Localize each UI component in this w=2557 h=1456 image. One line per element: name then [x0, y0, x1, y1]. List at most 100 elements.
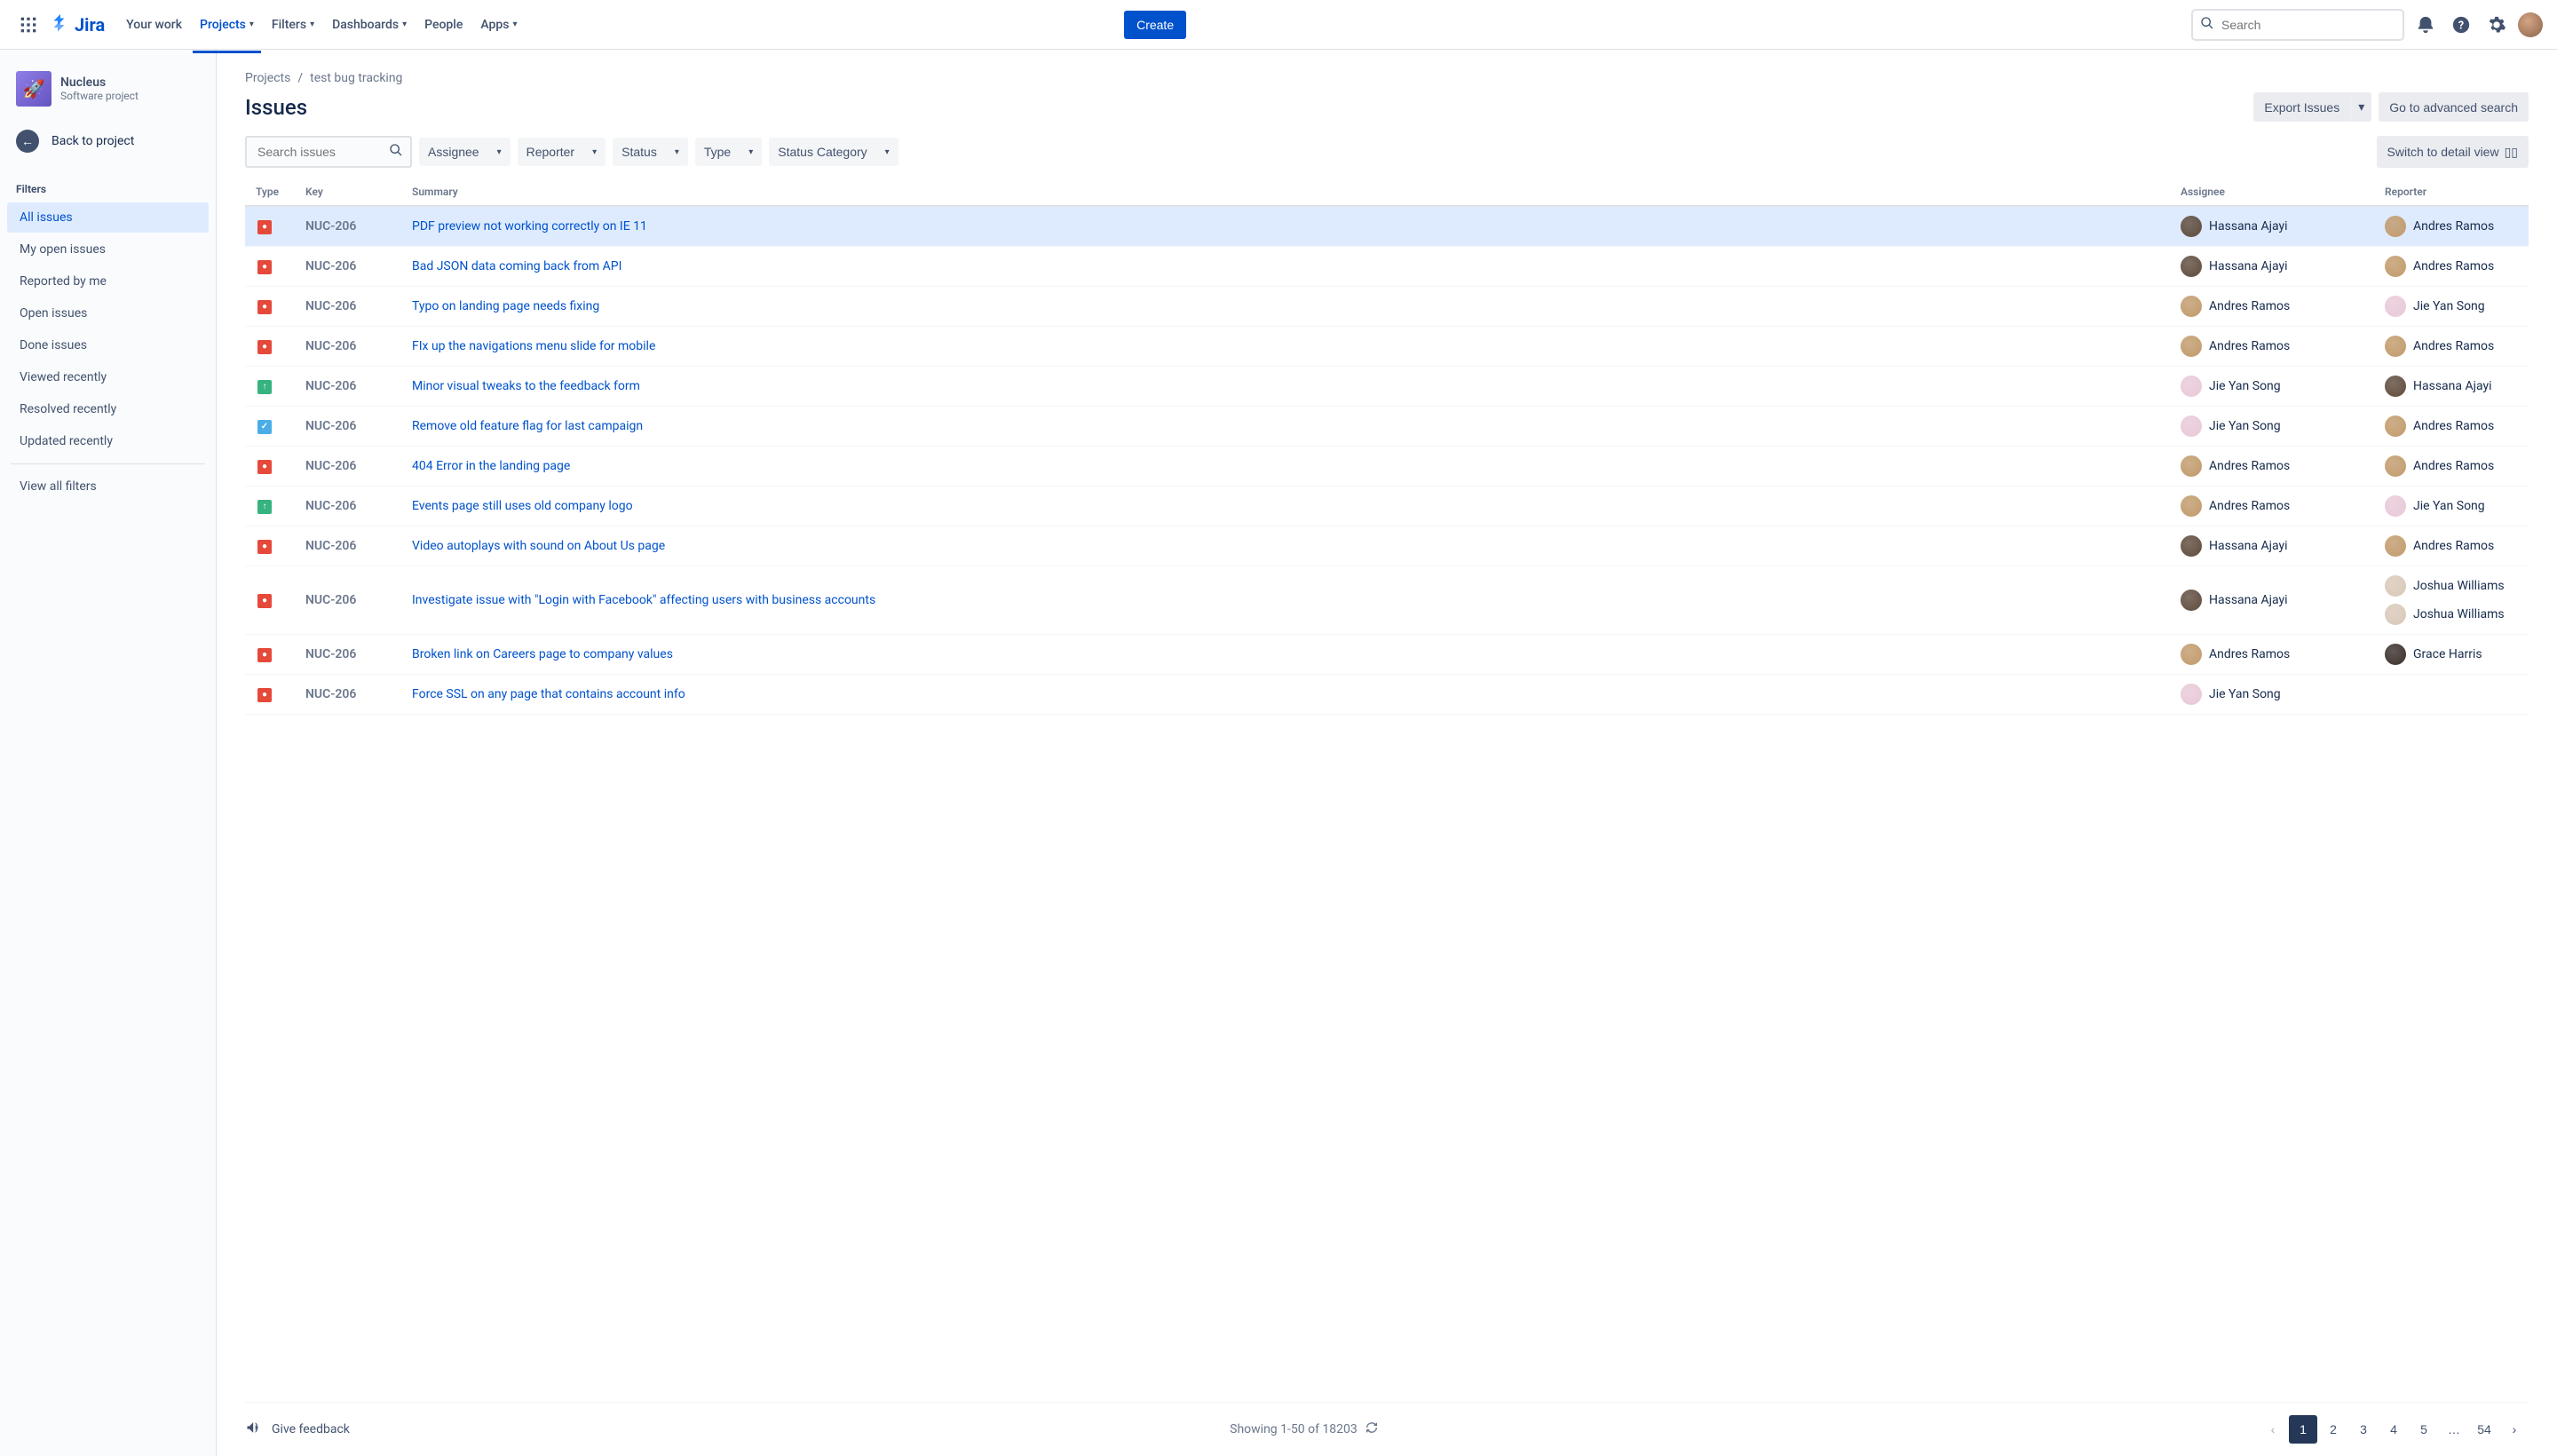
issue-summary[interactable]: Typo on landing page needs fixing — [412, 299, 599, 313]
issue-key[interactable]: NUC-206 — [298, 675, 405, 715]
issue-key[interactable]: NUC-206 — [298, 447, 405, 487]
issue-key[interactable]: NUC-206 — [298, 407, 405, 447]
reporter-cell[interactable]: Andres Ramos — [2385, 455, 2521, 477]
issue-summary[interactable]: FIx up the navigations menu slide for mo… — [412, 339, 655, 353]
assignee-cell[interactable]: Hassana Ajayi — [2181, 590, 2371, 611]
table-row[interactable]: ● NUC-206 Investigate issue with "Login … — [245, 566, 2529, 635]
filter-status[interactable]: Status▾ — [613, 138, 688, 166]
issue-key[interactable]: NUC-206 — [298, 367, 405, 407]
advanced-search-button[interactable]: Go to advanced search — [2379, 92, 2529, 122]
issue-key[interactable]: NUC-206 — [298, 566, 405, 635]
filter-item-open-issues[interactable]: Open issues — [7, 298, 209, 328]
view-all-filters[interactable]: View all filters — [7, 471, 209, 502]
page-4[interactable]: 4 — [2379, 1415, 2408, 1444]
table-row[interactable]: ● NUC-206 PDF preview not working correc… — [245, 206, 2529, 247]
assignee-cell[interactable]: Jie Yan Song — [2181, 376, 2371, 397]
refresh-icon[interactable] — [1365, 1420, 1379, 1438]
page-3[interactable]: 3 — [2349, 1415, 2378, 1444]
breadcrumb-current[interactable]: test bug tracking — [310, 71, 402, 85]
filter-reporter[interactable]: Reporter▾ — [518, 138, 606, 166]
assignee-cell[interactable]: Hassana Ajayi — [2181, 535, 2371, 557]
page-1[interactable]: 1 — [2289, 1415, 2317, 1444]
assignee-cell[interactable]: Andres Ramos — [2181, 296, 2371, 317]
issue-key[interactable]: NUC-206 — [298, 526, 405, 566]
nav-item-people[interactable]: People — [417, 11, 470, 39]
reporter-cell[interactable]: Joshua Williams — [2385, 575, 2521, 597]
issue-key[interactable]: NUC-206 — [298, 327, 405, 367]
assignee-cell[interactable]: Jie Yan Song — [2181, 684, 2371, 705]
reporter-cell[interactable]: Andres Ramos — [2385, 415, 2521, 437]
global-search-input[interactable] — [2191, 9, 2404, 41]
table-row[interactable]: ↑ NUC-206 Events page still uses old com… — [245, 487, 2529, 526]
table-row[interactable]: ● NUC-206 Broken link on Careers page to… — [245, 635, 2529, 675]
nav-item-dashboards[interactable]: Dashboards ▾ — [325, 11, 414, 39]
assignee-cell[interactable]: Hassana Ajayi — [2181, 256, 2371, 277]
back-to-project[interactable]: ← Back to project — [7, 121, 209, 162]
issue-key[interactable]: NUC-206 — [298, 635, 405, 675]
page-5[interactable]: 5 — [2410, 1415, 2438, 1444]
issue-summary[interactable]: Remove old feature flag for last campaig… — [412, 419, 643, 433]
reporter-cell[interactable]: Jie Yan Song — [2385, 296, 2521, 317]
search-issues-input[interactable] — [245, 136, 412, 168]
app-switcher-icon[interactable] — [14, 11, 43, 39]
filter-item-done-issues[interactable]: Done issues — [7, 330, 209, 360]
switch-view-button[interactable]: Switch to detail view ▯▯ — [2377, 136, 2529, 168]
reporter-cell[interactable]: Jie Yan Song — [2385, 495, 2521, 517]
column-header-summary[interactable]: Summary — [405, 178, 2173, 206]
filter-item-my-open-issues[interactable]: My open issues — [7, 234, 209, 265]
filter-item-viewed-recently[interactable]: Viewed recently — [7, 362, 209, 392]
assignee-cell[interactable]: Jie Yan Song — [2181, 415, 2371, 437]
reporter-cell[interactable]: Joshua Williams — [2385, 604, 2521, 625]
table-row[interactable]: ● NUC-206 404 Error in the landing page … — [245, 447, 2529, 487]
filter-item-resolved-recently[interactable]: Resolved recently — [7, 394, 209, 424]
filter-item-reported-by-me[interactable]: Reported by me — [7, 266, 209, 297]
export-issues-dropdown[interactable]: ▾ — [2350, 92, 2371, 122]
breadcrumb-projects[interactable]: Projects — [245, 71, 290, 85]
table-row[interactable]: ● NUC-206 Video autoplays with sound on … — [245, 526, 2529, 566]
issue-summary[interactable]: Investigate issue with "Login with Faceb… — [412, 593, 875, 607]
issue-summary[interactable]: 404 Error in the landing page — [412, 459, 570, 473]
assignee-cell[interactable]: Andres Ramos — [2181, 495, 2371, 517]
filter-type[interactable]: Type▾ — [695, 138, 762, 166]
prev-page-button[interactable]: ‹ — [2259, 1415, 2287, 1444]
nav-item-projects[interactable]: Projects ▾ — [193, 11, 261, 39]
issue-summary[interactable]: Minor visual tweaks to the feedback form — [412, 379, 640, 393]
notifications-icon[interactable] — [2411, 11, 2440, 39]
reporter-cell[interactable]: Andres Ramos — [2385, 256, 2521, 277]
settings-icon[interactable] — [2482, 11, 2511, 39]
nav-item-filters[interactable]: Filters ▾ — [265, 11, 321, 39]
jira-logo[interactable]: Jira — [50, 14, 105, 36]
assignee-cell[interactable]: Andres Ramos — [2181, 644, 2371, 665]
reporter-cell[interactable]: Grace Harris — [2385, 644, 2521, 665]
filter-item-all-issues[interactable]: All issues — [7, 202, 209, 233]
column-header-type[interactable]: Type — [245, 178, 298, 206]
filter-item-updated-recently[interactable]: Updated recently — [7, 426, 209, 456]
reporter-cell[interactable]: Andres Ramos — [2385, 216, 2521, 237]
issue-key[interactable]: NUC-206 — [298, 247, 405, 287]
issue-summary[interactable]: Force SSL on any page that contains acco… — [412, 687, 685, 701]
profile-avatar[interactable] — [2518, 12, 2543, 37]
issue-summary[interactable]: Events page still uses old company logo — [412, 499, 633, 513]
column-header-reporter[interactable]: Reporter — [2378, 178, 2529, 206]
table-row[interactable]: ● NUC-206 Force SSL on any page that con… — [245, 675, 2529, 715]
next-page-button[interactable]: › — [2500, 1415, 2529, 1444]
table-row[interactable]: ✓ NUC-206 Remove old feature flag for la… — [245, 407, 2529, 447]
reporter-cell[interactable]: Hassana Ajayi — [2385, 376, 2521, 397]
issue-summary[interactable]: PDF preview not working correctly on IE … — [412, 219, 647, 233]
assignee-cell[interactable]: Hassana Ajayi — [2181, 216, 2371, 237]
issue-key[interactable]: NUC-206 — [298, 206, 405, 247]
nav-item-your-work[interactable]: Your work — [119, 11, 189, 39]
reporter-cell[interactable]: Andres Ramos — [2385, 336, 2521, 357]
issue-summary[interactable]: Video autoplays with sound on About Us p… — [412, 539, 665, 553]
assignee-cell[interactable]: Andres Ramos — [2181, 336, 2371, 357]
table-row[interactable]: ↑ NUC-206 Minor visual tweaks to the fee… — [245, 367, 2529, 407]
nav-item-apps[interactable]: Apps ▾ — [473, 11, 524, 39]
issue-summary[interactable]: Broken link on Careers page to company v… — [412, 647, 673, 661]
issue-summary[interactable]: Bad JSON data coming back from API — [412, 259, 621, 273]
table-row[interactable]: ● NUC-206 Bad JSON data coming back from… — [245, 247, 2529, 287]
export-issues-button[interactable]: Export Issues — [2253, 92, 2350, 122]
help-icon[interactable]: ? — [2447, 11, 2475, 39]
page-54[interactable]: 54 — [2470, 1415, 2498, 1444]
filter-status-category[interactable]: Status Category▾ — [769, 138, 898, 166]
create-button[interactable]: Create — [1124, 11, 1186, 39]
